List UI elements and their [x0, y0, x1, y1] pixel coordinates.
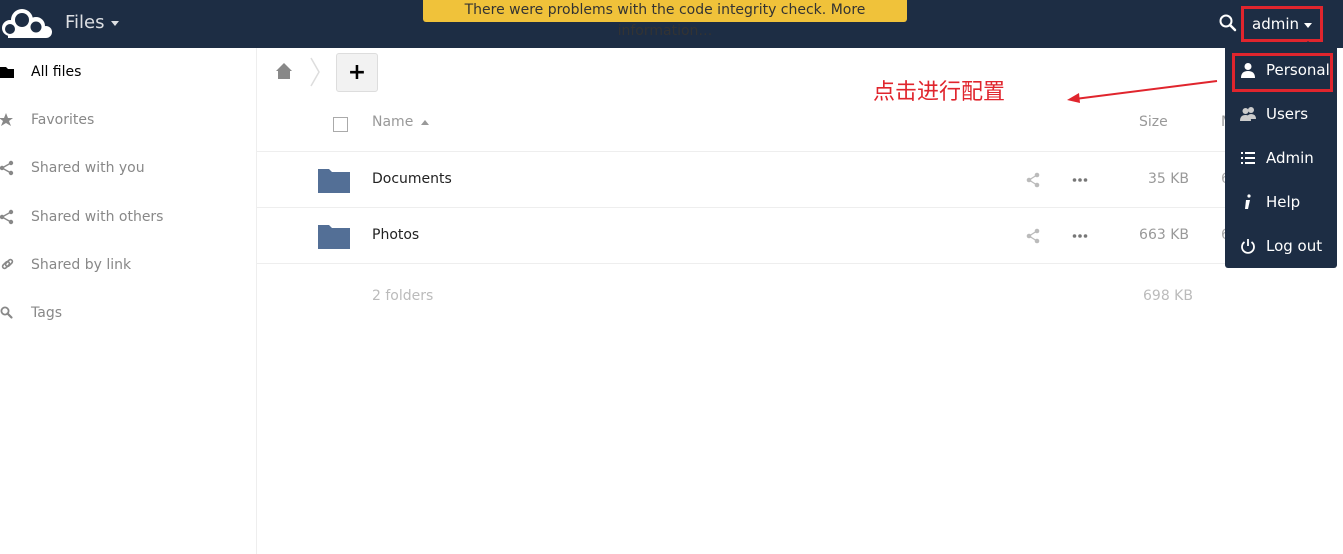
column-header-label: Name [372, 114, 414, 130]
sidebar-item-label: Shared by link [31, 257, 132, 273]
folder-icon [318, 169, 350, 193]
share-icon [0, 209, 14, 225]
folder-icon [0, 67, 14, 78]
file-size: 35 KB [1147, 171, 1189, 187]
owncloud-logo-icon[interactable] [0, 6, 52, 40]
annotation-arrow-icon [1067, 80, 1218, 103]
menu-item-label: Personal [1266, 61, 1330, 79]
sidebar-item-favorites[interactable]: Favorites [0, 98, 256, 142]
list-icon [1241, 152, 1255, 164]
person-icon [1241, 63, 1255, 78]
sidebar-item-label: Tags [31, 305, 62, 321]
sort-ascending-icon [421, 119, 430, 125]
sidebar-item-label: Shared with you [31, 160, 145, 176]
chevron-down-icon [1304, 22, 1312, 28]
user-dropdown-menu: Personal Users Admin Help Log out [1225, 48, 1337, 268]
more-options-icon[interactable] [1072, 228, 1088, 244]
table-row[interactable]: Photos 663 KB 6 [257, 208, 1227, 264]
share-icon[interactable] [1025, 228, 1041, 244]
divider [257, 263, 1227, 264]
menu-item-label: Admin [1266, 149, 1314, 167]
menu-item-personal[interactable]: Personal [1225, 50, 1337, 90]
sidebar-item-shared-with-others[interactable]: Shared with others [0, 195, 256, 239]
sidebar-item-shared-by-link[interactable]: Shared by link [0, 243, 256, 287]
power-icon [1241, 239, 1255, 254]
annotation-text: 点击进行配置 [873, 80, 1006, 105]
star-icon [0, 113, 13, 126]
folder-icon [318, 225, 350, 249]
integrity-notice[interactable]: There were problems with the code integr… [423, 0, 907, 39]
file-name[interactable]: Documents [372, 171, 452, 187]
file-size: 663 KB [1139, 227, 1189, 243]
menu-item-label: Users [1266, 105, 1309, 123]
app-title: Files [65, 12, 105, 33]
chevron-down-icon [110, 21, 119, 26]
search-icon[interactable] [1218, 13, 1238, 33]
share-icon [0, 160, 14, 176]
sidebar-item-all-files[interactable]: All files [0, 50, 256, 94]
tag-icon [0, 306, 13, 319]
sidebar-item-label: All files [31, 64, 82, 80]
app-menu[interactable]: Files [65, 12, 119, 33]
menu-item-users[interactable]: Users [1225, 94, 1337, 134]
table-row[interactable]: Documents 35 KB 6 [257, 152, 1227, 208]
home-icon[interactable] [275, 62, 293, 80]
sidebar-item-tags[interactable]: Tags [0, 291, 256, 335]
dropdown-pointer [1301, 41, 1315, 48]
menu-item-help[interactable]: Help [1225, 182, 1337, 222]
summary-total-size: 698 KB [1143, 288, 1193, 304]
sidebar: All files Favorites Shared with you Shar… [0, 48, 257, 554]
summary-folder-count: 2 folders [372, 288, 434, 304]
user-menu-button[interactable]: admin [1241, 6, 1323, 42]
sidebar-item-label: Favorites [31, 112, 95, 128]
user-name: admin [1252, 15, 1299, 33]
users-icon [1240, 107, 1256, 121]
more-options-icon[interactable] [1072, 172, 1088, 188]
add-new-button[interactable]: + [336, 53, 378, 92]
menu-item-label: Log out [1266, 237, 1323, 255]
link-icon [1, 258, 14, 270]
header-bar: Files There were problems with the code … [0, 0, 1343, 48]
menu-item-label: Help [1266, 193, 1301, 211]
sidebar-item-label: Shared with others [31, 209, 164, 225]
info-icon [1245, 194, 1251, 209]
menu-item-admin[interactable]: Admin [1225, 138, 1337, 178]
column-header-size[interactable]: Size [1139, 114, 1168, 130]
select-all-checkbox[interactable] [333, 117, 348, 132]
menu-item-log-out[interactable]: Log out [1225, 226, 1337, 266]
file-name[interactable]: Photos [372, 227, 419, 243]
breadcrumb-separator-icon [310, 57, 320, 87]
sidebar-item-shared-with-you[interactable]: Shared with you [0, 146, 256, 190]
column-header-name[interactable]: Name [372, 114, 430, 130]
share-icon[interactable] [1025, 172, 1041, 188]
